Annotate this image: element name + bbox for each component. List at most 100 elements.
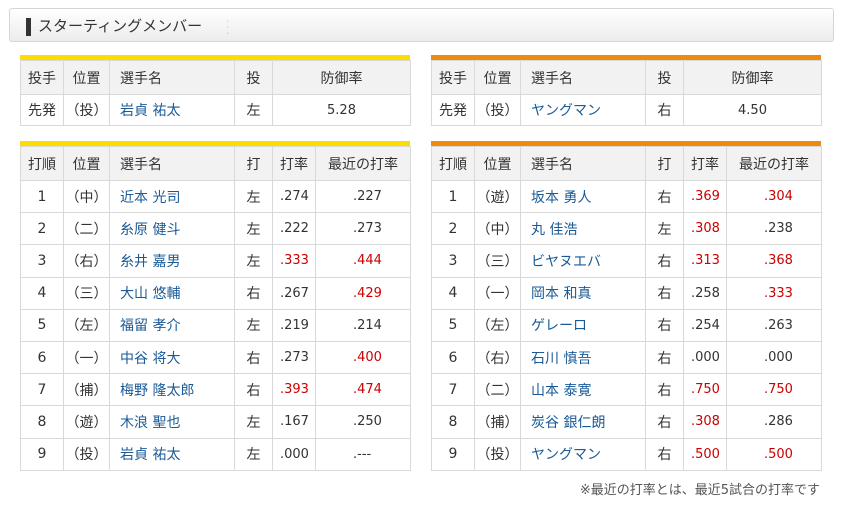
position: （遊）	[63, 405, 110, 439]
pitcher-era: 5.28	[272, 94, 411, 126]
batting-average: .369	[683, 179, 727, 214]
recent-average: .000	[726, 340, 822, 375]
player-name-link[interactable]: 近本 光司	[109, 179, 235, 214]
player-name-link[interactable]: 岩貞 祐太	[109, 437, 235, 471]
col-header: 打	[645, 146, 684, 181]
batting-order: 6	[20, 340, 64, 375]
batting-order: 5	[20, 308, 64, 342]
batting-order: 7	[20, 373, 64, 407]
col-header: 打順	[431, 146, 475, 181]
col-header: 打	[234, 146, 273, 181]
player-name-link[interactable]: 大山 悠輔	[109, 276, 235, 310]
batting-average: .333	[272, 244, 316, 278]
player-name-link[interactable]: 糸井 嘉男	[109, 244, 235, 278]
col-header: 最近の打率	[315, 146, 411, 181]
batting-order: 9	[20, 437, 64, 471]
col-header: 選手名	[520, 146, 646, 181]
player-name-link[interactable]: 坂本 勇人	[520, 179, 646, 214]
recent-average: .286	[726, 405, 822, 439]
batting-average: .267	[272, 276, 316, 310]
player-name-link[interactable]: 木浪 聖也	[109, 405, 235, 439]
table-row: 7 （二） 山本 泰寛右 .750.750	[431, 373, 822, 407]
player-name-link[interactable]: 山本 泰寛	[520, 373, 646, 407]
bats: 左	[234, 179, 273, 214]
bats: 右	[645, 179, 684, 214]
recent-average: .---	[315, 437, 411, 471]
position: （投）	[63, 437, 110, 471]
pitcher-throws: 右	[645, 94, 684, 126]
table-row: 9 （投） 岩貞 祐太左 .000 .---	[20, 437, 411, 471]
player-name-link[interactable]: ヤングマン	[520, 437, 646, 471]
pitcher-position: （投）	[63, 94, 110, 126]
batting-average: .750	[683, 373, 727, 407]
batting-order: 2	[20, 212, 64, 246]
table-row: 6 （右） 石川 慎吾右 .000.000	[431, 340, 822, 375]
col-header: 打率	[272, 146, 316, 181]
col-header: 位置	[63, 60, 110, 95]
col-header: 打順	[20, 146, 64, 181]
table-row: 7 （捕） 梅野 隆太郎右 .393.474	[20, 373, 411, 407]
player-name-link[interactable]: 中谷 将大	[109, 340, 235, 375]
batting-average: .500	[683, 437, 727, 471]
away-pitcher-row: 先発 （投） ヤングマン 右 4.50	[431, 94, 822, 126]
batting-average: .167	[272, 405, 316, 439]
bats: 左	[234, 308, 273, 342]
batting-order: 5	[431, 308, 475, 342]
player-name-link[interactable]: 糸原 健斗	[109, 212, 235, 246]
batting-order: 3	[431, 244, 475, 278]
pitcher-name-link[interactable]: ヤングマン	[520, 94, 646, 126]
recent-average: .750	[726, 373, 822, 407]
pitcher-throws: 左	[234, 94, 273, 126]
bats: 右	[645, 373, 684, 407]
col-header: 打率	[683, 146, 727, 181]
batting-average: .308	[683, 212, 727, 246]
player-name-link[interactable]: 福留 孝介	[109, 308, 235, 342]
table-row: 4 （三） 大山 悠輔右 .267.429	[20, 276, 411, 310]
col-header: 投	[234, 60, 273, 95]
col-header: 選手名	[109, 60, 235, 95]
bats: 左	[234, 212, 273, 246]
away-lineup-table: 打順 位置 選手名 打 打率 最近の打率 1 （遊） 坂本 勇人右 .369.304 2…	[431, 146, 822, 471]
home-pitcher-row: 先発 （投） 岩貞 祐太 左 5.28	[20, 94, 411, 126]
batting-order: 3	[20, 244, 64, 278]
bats: 左	[234, 244, 273, 278]
batting-average: .222	[272, 212, 316, 246]
position: （三）	[63, 276, 110, 310]
bats: 右	[645, 437, 684, 471]
batting-average: .393	[272, 373, 316, 407]
position: （一）	[474, 276, 521, 310]
position: （遊）	[474, 179, 521, 214]
player-name-link[interactable]: 梅野 隆太郎	[109, 373, 235, 407]
away-lineup-header-row: 打順 位置 選手名 打 打率 最近の打率	[431, 146, 822, 181]
pitcher-position: （投）	[474, 94, 521, 126]
table-row: 3 （三） ビヤヌエバ右 .313.368	[431, 244, 822, 278]
position: （投）	[474, 437, 521, 471]
away-pitcher-table: 投手 位置 選手名 投 防御率 先発 （投） ヤングマン 右 4.50	[431, 60, 822, 126]
batting-average: .258	[683, 276, 727, 310]
position: （捕）	[63, 373, 110, 407]
recent-average: .400	[315, 340, 411, 375]
player-name-link[interactable]: ゲレーロ	[520, 308, 646, 342]
player-name-link[interactable]: 石川 慎吾	[520, 340, 646, 375]
footnote: ※最近の打率とは、最近5試合の打率です	[579, 483, 820, 498]
pitcher-role: 先発	[20, 94, 64, 126]
player-name-link[interactable]: ビヤヌエバ	[520, 244, 646, 278]
player-name-link[interactable]: 岡本 和真	[520, 276, 646, 310]
col-header: 位置	[474, 146, 521, 181]
home-pitcher-table: 投手 位置 選手名 投 防御率 先発 （投） 岩貞 祐太 左 5.28	[20, 60, 411, 126]
player-name-link[interactable]: 丸 佳浩	[520, 212, 646, 246]
bats: 右	[645, 244, 684, 278]
header-bar-icon	[26, 18, 31, 36]
recent-average: .474	[315, 373, 411, 407]
batting-order: 1	[431, 179, 475, 214]
pitcher-name-link[interactable]: 岩貞 祐太	[109, 94, 235, 126]
table-row: 3 （右） 糸井 嘉男左 .333.444	[20, 244, 411, 278]
bats: 右	[645, 276, 684, 310]
player-name-link[interactable]: 炭谷 銀仁朗	[520, 405, 646, 439]
position: （捕）	[474, 405, 521, 439]
col-header: 選手名	[520, 60, 646, 95]
recent-average: .250	[315, 405, 411, 439]
batting-order: 2	[431, 212, 475, 246]
pitcher-role: 先発	[431, 94, 475, 126]
recent-average: .238	[726, 212, 822, 246]
